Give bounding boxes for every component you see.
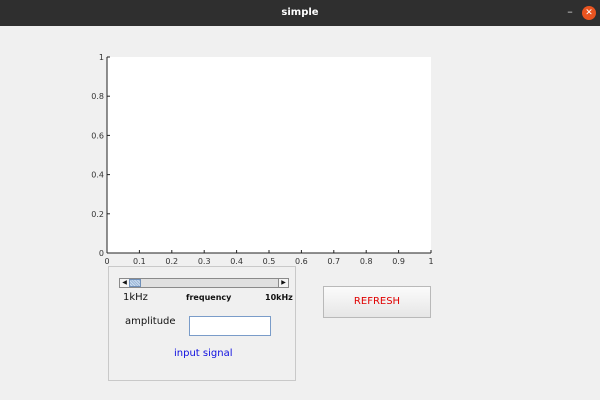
refresh-button[interactable]: REFRESH [323, 286, 431, 318]
y-tick-label: 0.4 [91, 171, 104, 180]
x-tick-label: 0.6 [295, 257, 308, 266]
input-signal-label: input signal [174, 348, 233, 359]
x-tick-label: 0.8 [360, 257, 373, 266]
y-tick-label: 0.2 [91, 210, 104, 219]
x-tick-label: 0.5 [263, 257, 276, 266]
amplitude-label: amplitude [125, 316, 176, 327]
frequency-label: frequency [186, 293, 232, 302]
y-tick-label: 0.6 [91, 131, 104, 140]
x-tick-label: 0.2 [165, 257, 178, 266]
plot-axes: 0 0.1 0.2 0.3 0.4 0.5 0.6 0.7 0.8 0.9 1 0 0.2 0.4 0.6… [91, 53, 433, 266]
x-tick-label: 0 [104, 257, 109, 266]
x-tick-label: 0.9 [392, 257, 405, 266]
slider-thumb[interactable] [129, 279, 141, 287]
slider-right-arrow-icon[interactable]: ▶ [278, 279, 288, 287]
x-tick-label: 0.7 [327, 257, 340, 266]
y-tick-label: 0.8 [91, 92, 104, 101]
plot-area [107, 57, 431, 253]
x-tick-label: 0.3 [198, 257, 211, 266]
x-tick-label: 1 [428, 257, 433, 266]
y-tick-label: 0 [99, 249, 104, 258]
x-tick-label: 0.1 [133, 257, 146, 266]
x-tick-label: 0.4 [230, 257, 243, 266]
amplitude-input[interactable] [189, 316, 271, 336]
frequency-min-label: 1kHz [123, 292, 148, 303]
frequency-max-label: 10kHz [265, 293, 293, 302]
y-tick-label: 1 [99, 53, 104, 62]
frequency-slider[interactable]: ◀ ▶ [119, 278, 289, 288]
